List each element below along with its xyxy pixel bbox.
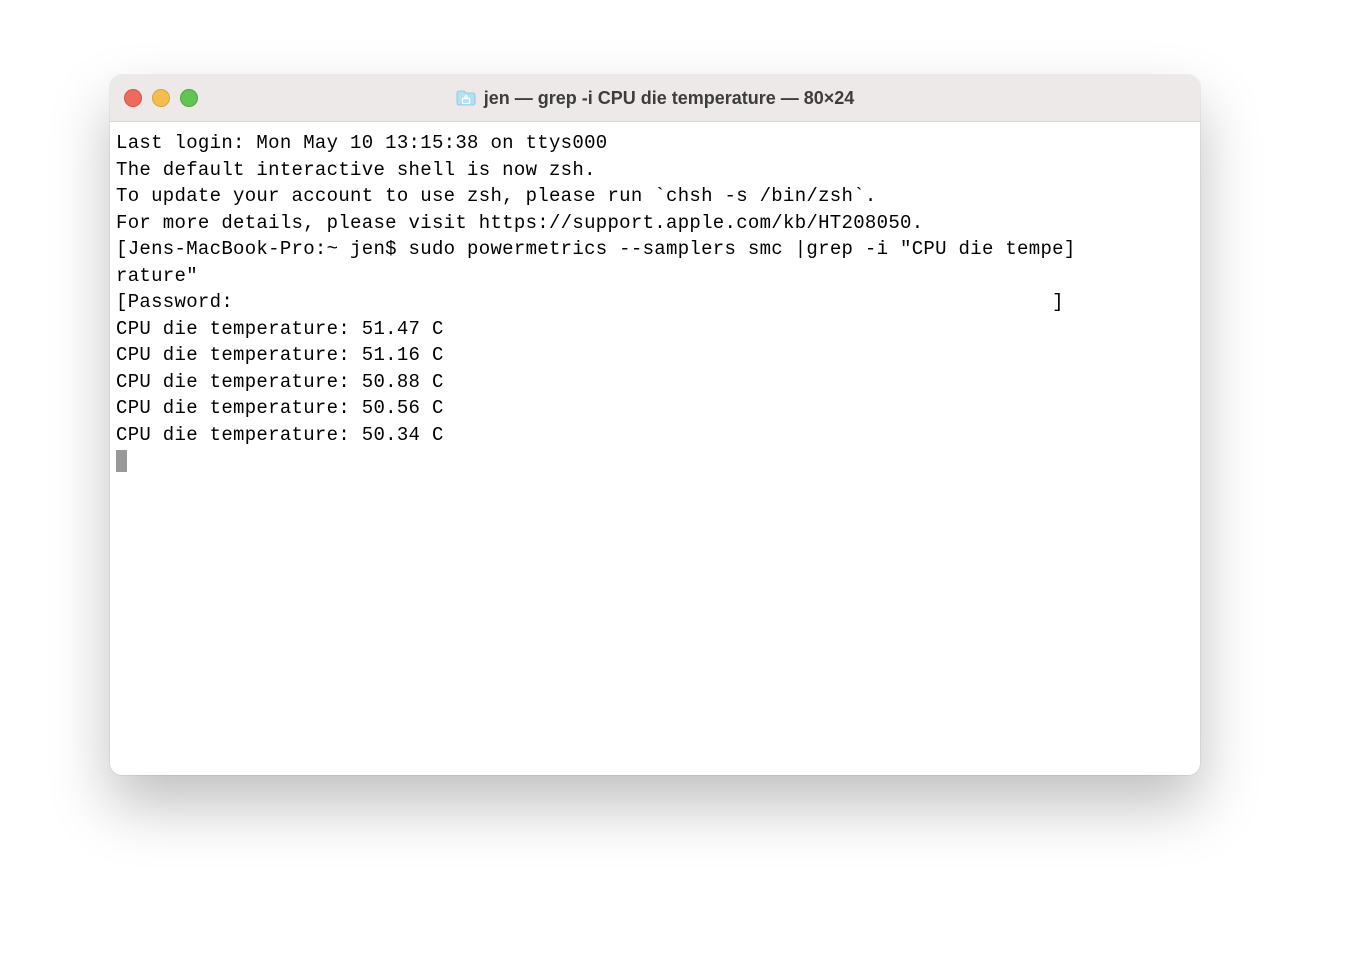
prompt-text: Jens-MacBook-Pro:~ jen$ sudo powermetric… — [128, 238, 1064, 260]
shell-notice-line: To update your account to use zsh, pleas… — [116, 183, 1194, 210]
window-title-wrap: jen — grep -i CPU die temperature — 80×2… — [110, 88, 1200, 109]
output-line: CPU die temperature: 51.16 C — [116, 342, 1194, 369]
bracket-close: ] — [1064, 238, 1076, 260]
window-title: jen — grep -i CPU die temperature — 80×2… — [484, 88, 855, 109]
bracket-close: ] — [1052, 291, 1064, 313]
cursor — [116, 450, 127, 472]
output-line: CPU die temperature: 50.34 C — [116, 422, 1194, 449]
titlebar: jen — grep -i CPU die temperature — 80×2… — [110, 75, 1200, 122]
password-line: [Password: ] — [116, 289, 1194, 316]
shell-notice-line: For more details, please visit https://s… — [116, 210, 1194, 237]
last-login-line: Last login: Mon May 10 13:15:38 on ttys0… — [116, 130, 1194, 157]
terminal-body[interactable]: Last login: Mon May 10 13:15:38 on ttys0… — [110, 122, 1200, 775]
folder-icon — [456, 90, 476, 106]
terminal-window: jen — grep -i CPU die temperature — 80×2… — [110, 75, 1200, 775]
cursor-line — [116, 448, 1194, 475]
output-line: CPU die temperature: 51.47 C — [116, 316, 1194, 343]
password-prompt: Password: — [128, 291, 233, 313]
shell-notice-line: The default interactive shell is now zsh… — [116, 157, 1194, 184]
minimize-button[interactable] — [152, 89, 170, 107]
close-button[interactable] — [124, 89, 142, 107]
traffic-lights — [124, 89, 198, 107]
prompt-line: [Jens-MacBook-Pro:~ jen$ sudo powermetri… — [116, 236, 1194, 263]
output-line: CPU die temperature: 50.88 C — [116, 369, 1194, 396]
fullscreen-button[interactable] — [180, 89, 198, 107]
bracket-open: [ — [116, 291, 128, 313]
bracket-open: [ — [116, 238, 128, 260]
output-line: CPU die temperature: 50.56 C — [116, 395, 1194, 422]
password-spacer — [233, 291, 1052, 313]
prompt-line-continuation: rature" — [116, 263, 1194, 290]
